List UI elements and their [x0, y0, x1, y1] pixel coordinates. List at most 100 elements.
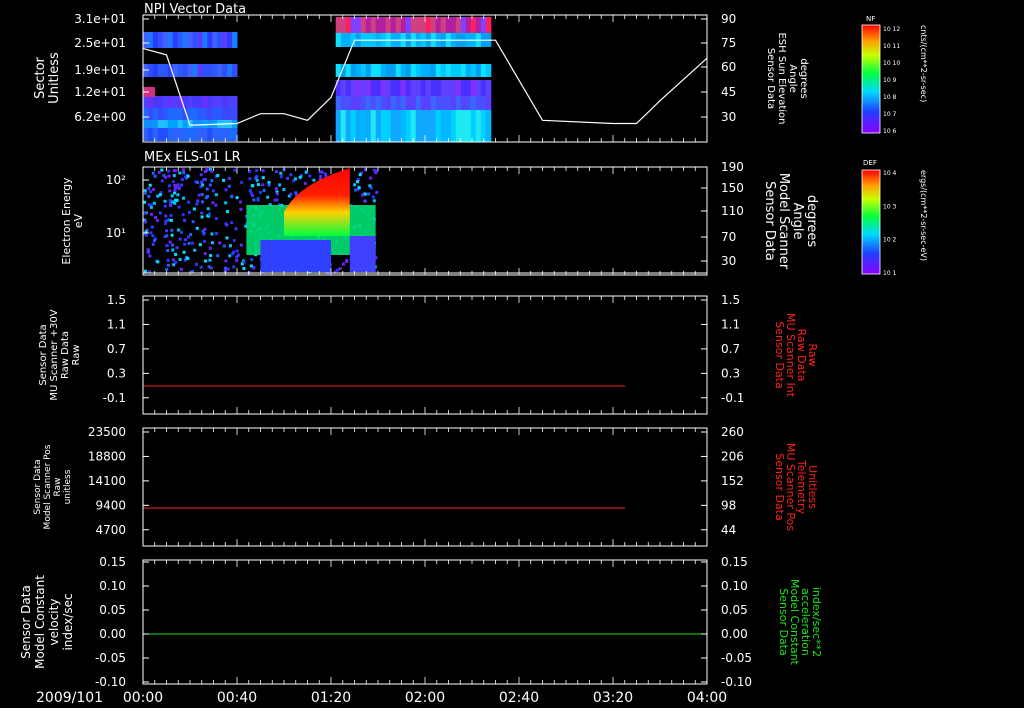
y-axis-label: Raw Data — [60, 331, 71, 379]
heatmap-cell — [182, 64, 189, 77]
right-tick-label: 0.15 — [721, 555, 748, 569]
heatmap-cell — [222, 32, 228, 48]
heatmap-cell — [173, 188, 177, 192]
right-axis-label: Unitless — [806, 465, 819, 509]
colorbar-def-label: DEF — [863, 159, 877, 167]
heatmap-cell — [170, 233, 174, 237]
heatmap-cell — [335, 17, 342, 33]
heatmap-cell — [201, 183, 205, 187]
right-tick-label: 1.1 — [721, 317, 740, 331]
heatmap-cell — [177, 187, 181, 191]
colorbar-tick-label: 10 6 — [883, 128, 897, 135]
heatmap-cell — [212, 64, 218, 77]
heatmap-cell — [166, 249, 170, 253]
heatmap-hot-region — [284, 168, 350, 236]
heatmap-cell — [152, 188, 156, 192]
heatmap-cell — [335, 110, 342, 142]
heatmap-cell — [203, 239, 207, 243]
heatmap-cell — [182, 32, 189, 48]
heatmap-cell — [345, 96, 352, 110]
heatmap-cell — [172, 108, 179, 120]
heatmap-cell — [143, 211, 147, 215]
heatmap-cell — [367, 192, 371, 196]
heatmap-cell — [156, 260, 160, 264]
heatmap-cell — [385, 80, 392, 96]
y-axis-label: Sensor Data — [38, 324, 49, 385]
heatmap-cell — [224, 259, 228, 263]
heatmap-cell — [385, 96, 392, 110]
heatmap-cell — [143, 128, 149, 141]
right-tick-label: 90 — [721, 12, 736, 26]
right-tick-label: 206 — [721, 449, 744, 463]
heatmap-cell — [465, 80, 472, 96]
right-tick-label: 45 — [721, 85, 736, 99]
heatmap-cell — [340, 96, 347, 110]
heatmap-cell — [193, 248, 197, 252]
heatmap-cell — [224, 201, 228, 205]
heatmap-cell — [341, 262, 345, 266]
heatmap-cell — [181, 168, 185, 172]
heatmap-cell — [365, 64, 372, 77]
heatmap-cell — [165, 229, 169, 233]
heatmap-cell — [172, 96, 179, 108]
heatmap-cell — [232, 64, 238, 77]
y-tick-label: 10¹ — [106, 226, 126, 240]
colorbar-tick-label: 10 7 — [883, 111, 897, 118]
y-axis-label: MU Scanner +30V — [49, 309, 60, 400]
heatmap-cell — [194, 262, 198, 266]
heatmap-cell — [410, 64, 417, 77]
heatmap-cell — [187, 32, 193, 48]
heatmap-cell — [455, 80, 462, 96]
heatmap-cell — [261, 169, 265, 173]
heatmap-cell — [380, 96, 387, 110]
heatmap-cell — [445, 110, 452, 142]
heatmap-cell — [425, 80, 432, 96]
heatmap-cell — [254, 176, 258, 180]
heatmap-cell — [165, 244, 169, 248]
heatmap-cell — [167, 120, 174, 128]
heatmap-cell — [214, 217, 218, 221]
heatmap-cell — [201, 200, 205, 204]
heatmap-cell — [380, 17, 387, 33]
heatmap-cell — [430, 17, 437, 33]
heatmap-cell — [197, 32, 203, 48]
heatmap-cell — [162, 120, 169, 128]
heatmap-cell — [146, 250, 150, 254]
right-tick-label: 0.3 — [721, 366, 740, 380]
heatmap-cell — [217, 64, 223, 77]
heatmap-cell — [192, 96, 198, 108]
heatmap-cell — [371, 195, 375, 199]
heatmap-cell — [192, 207, 196, 211]
heatmap-cell — [410, 17, 417, 33]
heatmap-cell — [147, 186, 151, 190]
colorbar-tick-label: 10 4 — [883, 170, 897, 177]
heatmap-cell — [400, 80, 407, 96]
heatmap-cell — [460, 96, 467, 110]
heatmap-cell — [143, 120, 149, 128]
heatmap-cell — [187, 108, 193, 120]
heatmap-cell — [172, 169, 176, 173]
heatmap-cell — [275, 198, 279, 202]
heatmap-cell — [185, 256, 189, 260]
y-axis-label: Raw — [53, 478, 63, 497]
heatmap-cell — [360, 110, 367, 142]
heatmap-cell — [222, 244, 226, 248]
heatmap-cell — [480, 96, 487, 110]
colorbar-nf-scale — [861, 24, 881, 134]
heatmap-cell — [183, 238, 187, 242]
heatmap-cell — [455, 17, 462, 33]
heatmap-cell — [445, 64, 452, 77]
heatmap-cell — [430, 64, 437, 77]
heatmap-cell — [226, 267, 230, 271]
heatmap-cell — [360, 96, 367, 110]
heatmap-cell — [197, 193, 201, 197]
heatmap-cell — [267, 183, 271, 187]
heatmap-cell — [177, 64, 184, 77]
heatmap-cell — [435, 80, 442, 96]
right-axis-label: Sensor Data — [765, 48, 776, 109]
heatmap-cell — [227, 184, 231, 188]
heatmap-cell — [168, 184, 172, 188]
heatmap-cell — [323, 172, 327, 176]
heatmap-cell — [232, 32, 238, 48]
date-label: 2009/101 — [36, 690, 103, 706]
